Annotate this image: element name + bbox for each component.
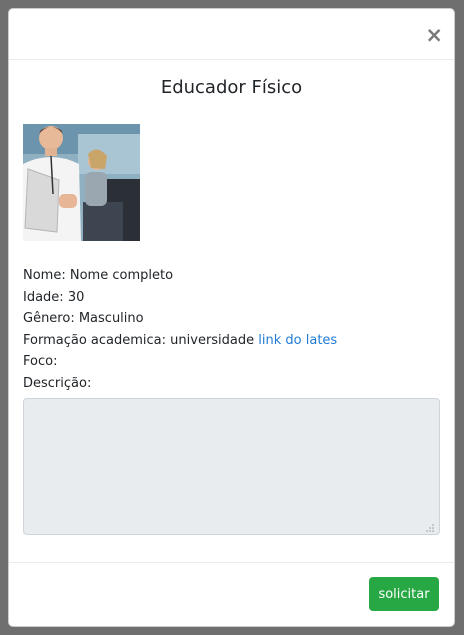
field-foco: Foco: [23,351,337,373]
field-idade: Idade: 30 [23,287,337,309]
field-nome: Nome: Nome completo [23,265,337,287]
field-formacao: Formação academica: universidade link do… [23,330,337,352]
idade-label: Idade: [23,289,64,305]
modal-footer: solicitar [9,562,454,626]
close-icon[interactable]: × [425,21,443,49]
formacao-value: universidade [170,332,255,348]
field-genero: Gênero: Masculino [23,308,337,330]
genero-value: Masculino [78,311,144,326]
formacao-label: Formação academica: [23,332,167,348]
nome-value: Nome completo [69,268,174,283]
lattes-link[interactable]: link do lates [258,333,337,348]
field-descricao: Descrição: [23,373,337,395]
modal-dialog: × Educador Físico Nome: Nome completo Id… [8,8,455,627]
idade-value: 30 [67,289,85,305]
modal-body: Educador Físico Nome: Nome completo Idad… [23,60,440,563]
modal-header: × [9,9,454,60]
foco-label: Foco: [23,354,58,369]
trainer-info: Nome: Nome completo Idade: 30 Gênero: Ma… [23,265,337,394]
description-textarea[interactable] [23,398,440,535]
trainer-photo [23,124,140,241]
nome-label: Nome: [23,268,66,283]
trainer-photo-illustration [23,124,140,241]
genero-label: Gênero: [23,311,75,326]
resize-grip-icon[interactable] [426,524,434,532]
modal-title: Educador Físico [160,77,303,98]
solicitar-button[interactable]: solicitar [369,577,439,611]
descricao-label: Descrição: [23,375,92,391]
